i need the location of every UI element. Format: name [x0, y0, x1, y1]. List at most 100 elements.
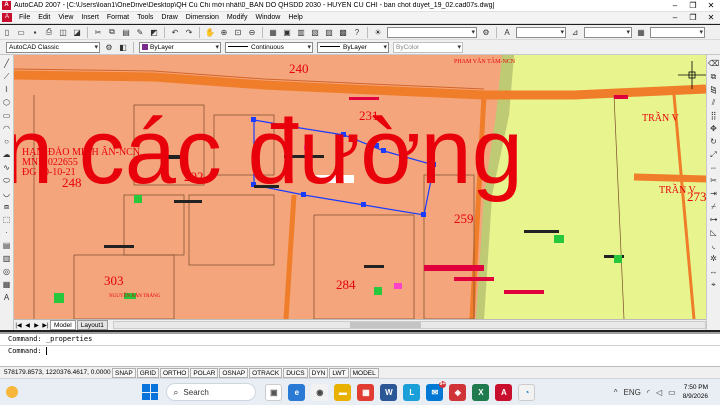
snap-toggle[interactable]: SNAP	[112, 367, 136, 378]
copy-icon[interactable]: ⧉	[106, 26, 118, 38]
trim-icon[interactable]: ✂	[708, 175, 719, 186]
layer-previous-icon[interactable]: ◧	[117, 41, 129, 53]
paste-icon[interactable]: ▤	[120, 26, 132, 38]
last-tab-arrow[interactable]: ▶|	[41, 322, 50, 329]
tab-model[interactable]: Model	[50, 320, 76, 330]
circle-icon[interactable]: ○	[1, 136, 12, 147]
task-view-icon[interactable]: ▣	[265, 383, 283, 401]
gradient-icon[interactable]: ▥	[1, 253, 12, 264]
start-button[interactable]	[142, 384, 159, 400]
dim-style-combo[interactable]	[584, 26, 632, 38]
properties-icon[interactable]: ▦	[267, 26, 279, 38]
join-icon[interactable]: ⊶	[708, 214, 719, 225]
taskbar-search[interactable]: ⌕ Search	[166, 383, 257, 401]
text-style-combo[interactable]	[516, 26, 566, 38]
otrack-toggle[interactable]: OTRACK	[249, 367, 283, 378]
lineweight-combo[interactable]: ByLayer	[317, 41, 389, 53]
zoom-realtime-icon[interactable]: ⊕	[218, 26, 230, 38]
grid-toggle[interactable]: GRID	[136, 367, 159, 378]
excel-icon[interactable]: X	[472, 383, 490, 401]
next-tab-arrow[interactable]: ▶	[32, 322, 41, 329]
minimize-button[interactable]: –	[666, 0, 684, 12]
table-style-icon[interactable]: ▦	[635, 26, 647, 38]
construction-line-icon[interactable]: ⟋	[1, 71, 12, 82]
dimension-icon[interactable]: ↔	[708, 266, 719, 277]
mail-icon[interactable]: ✉ 9+	[426, 380, 447, 401]
osnap-toggle[interactable]: OSNAP	[219, 367, 249, 378]
stretch-icon[interactable]: ⇔	[708, 162, 719, 173]
language-indicator[interactable]: ENG	[624, 388, 641, 397]
copy-object-icon[interactable]: ⧉	[708, 71, 719, 82]
mirror-icon[interactable]: ⧎	[708, 84, 719, 95]
text-style-icon[interactable]: A	[501, 26, 513, 38]
workspace-settings-icon[interactable]: ⚙	[103, 41, 115, 53]
point-icon[interactable]: ·	[1, 227, 12, 238]
object-snap-icon[interactable]: ⌖	[708, 279, 719, 290]
workspace-combo[interactable]: AutoCAD Classic	[6, 41, 100, 53]
lwt-toggle[interactable]: LWT	[329, 367, 349, 378]
model-toggle[interactable]: MODEL	[349, 367, 379, 378]
menu-format[interactable]: Format	[103, 12, 133, 24]
plot-icon[interactable]: ⎙	[43, 26, 55, 38]
design-center-icon[interactable]: ▣	[281, 26, 293, 38]
insert-block-icon[interactable]: ⧈	[1, 201, 12, 212]
battery-icon[interactable]: ▭	[668, 388, 676, 397]
polyline-icon[interactable]: ⌇	[1, 84, 12, 95]
calculator-icon[interactable]: ▩	[337, 26, 349, 38]
layer-manager-icon[interactable]: ⚙	[480, 26, 492, 38]
zoom-window-icon[interactable]: ⊡	[232, 26, 244, 38]
menu-insert[interactable]: Insert	[77, 12, 103, 24]
edge-icon[interactable]: e	[288, 383, 306, 401]
chevron-up-icon[interactable]: ^	[614, 388, 618, 397]
color-combo[interactable]: ByLayer	[139, 41, 221, 53]
clock[interactable]: 7:50 PM 8/9/2026	[683, 383, 708, 401]
offset-icon[interactable]: ⫽	[708, 97, 719, 108]
app-l-icon[interactable]: L	[403, 383, 421, 401]
redo-icon[interactable]: ↷	[183, 26, 195, 38]
hatch-icon[interactable]: ▤	[1, 240, 12, 251]
menu-modify[interactable]: Modify	[223, 12, 252, 24]
zoom-previous-icon[interactable]: ⊖	[246, 26, 258, 38]
line-icon[interactable]: ╱	[1, 58, 12, 69]
move-icon[interactable]: ✥	[708, 123, 719, 134]
edge-dev-icon[interactable]: ◔	[518, 383, 536, 401]
pan-icon[interactable]: ✋	[204, 26, 216, 38]
close-button[interactable]: ✕	[702, 0, 720, 12]
rectangle-icon[interactable]: ▭	[1, 110, 12, 121]
spline-icon[interactable]: ∿	[1, 162, 12, 173]
chamfer-icon[interactable]: ◺	[708, 227, 719, 238]
break-icon[interactable]: ⌿	[708, 201, 719, 212]
erase-icon[interactable]: ⌫	[708, 58, 719, 69]
menu-tools[interactable]: Tools	[133, 12, 157, 24]
help-icon[interactable]: ?	[351, 26, 363, 38]
rotate-icon[interactable]: ↻	[708, 136, 719, 147]
restore-button[interactable]: ❐	[684, 0, 702, 12]
drawing-canvas[interactable]: 240 231 292 248 259 303 284 273 HẠM ĐẢO …	[14, 55, 706, 319]
polygon-icon[interactable]: ⬡	[1, 97, 12, 108]
layer-combo[interactable]	[387, 26, 477, 38]
doc-restore-button[interactable]: ❐	[684, 12, 702, 24]
table-icon[interactable]: ▦	[1, 279, 12, 290]
menu-edit[interactable]: Edit	[34, 12, 54, 24]
word-icon[interactable]: W	[380, 383, 398, 401]
markup-icon[interactable]: ▨	[323, 26, 335, 38]
tool-palettes-icon[interactable]: ▥	[295, 26, 307, 38]
menu-dimension[interactable]: Dimension	[182, 12, 223, 24]
scroll-thumb[interactable]	[350, 322, 422, 328]
table-style-combo[interactable]	[650, 26, 705, 38]
plotstyle-combo[interactable]: ByColor	[393, 41, 463, 53]
menu-window[interactable]: Window	[251, 12, 284, 24]
first-tab-arrow[interactable]: |◀	[14, 322, 23, 329]
command-input-line[interactable]: Command:	[0, 345, 720, 357]
tab-layout1[interactable]: Layout1	[76, 320, 108, 330]
ellipse-arc-icon[interactable]: ◡	[1, 188, 12, 199]
block-editor-icon[interactable]: ◩	[148, 26, 160, 38]
extend-icon[interactable]: ⇥	[708, 188, 719, 199]
volume-icon[interactable]: ◁	[656, 388, 662, 397]
preview-icon[interactable]: ◫	[57, 26, 69, 38]
array-icon[interactable]: ⣿	[708, 110, 719, 121]
new-icon[interactable]: ▯	[1, 26, 13, 38]
menu-draw[interactable]: Draw	[157, 12, 181, 24]
coordinate-readout[interactable]: 578179.8573, 1220376.4617, 0.0000	[0, 369, 112, 376]
pdf-icon[interactable]: ◈	[449, 383, 467, 401]
